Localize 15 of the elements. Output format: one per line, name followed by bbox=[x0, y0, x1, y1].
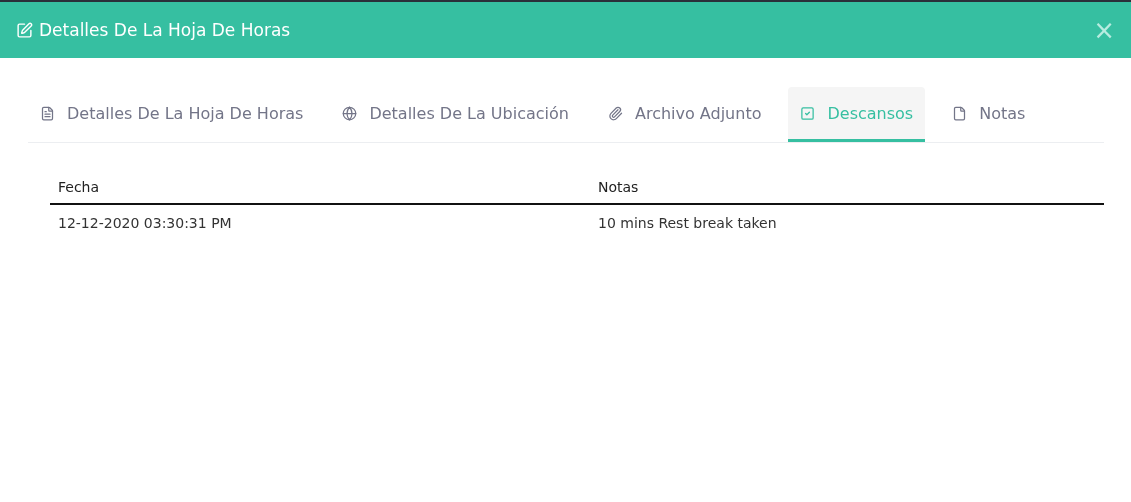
table-cell-text: 12-12-2020 03:30:31 PM bbox=[57, 214, 233, 233]
dialog-title: Detalles De La Hoja De Horas bbox=[39, 20, 292, 40]
document-icon bbox=[40, 105, 55, 121]
globe-icon bbox=[342, 105, 358, 121]
checkbox-icon bbox=[800, 105, 816, 121]
file-icon bbox=[952, 105, 968, 121]
column-header: Fecha bbox=[50, 171, 590, 205]
table-cell-text: 10 mins Rest break taken bbox=[597, 214, 778, 233]
paperclip-icon bbox=[607, 105, 623, 121]
tab[interactable]: Archivo Adjunto bbox=[595, 87, 774, 142]
tab[interactable]: Notas bbox=[940, 87, 1038, 142]
tab[interactable]: Detalles De La Ubicación bbox=[330, 87, 581, 142]
edit-icon bbox=[16, 21, 33, 39]
tab[interactable]: Detalles De La Hoja De Horas bbox=[28, 87, 316, 142]
column-header: Notas bbox=[590, 171, 1104, 205]
